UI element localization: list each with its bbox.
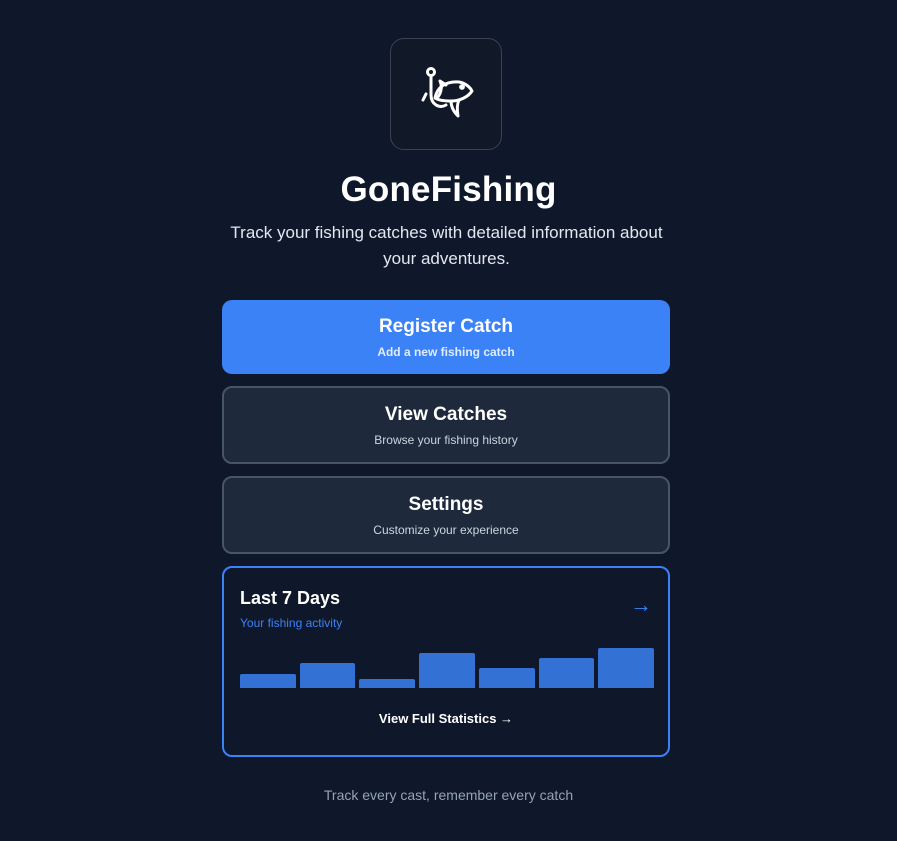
app-logo [390, 38, 502, 150]
activity-bar [419, 653, 475, 688]
view-catches-title: View Catches [384, 403, 508, 425]
register-catch-button[interactable]: Register Catch Add a new fishing catch [222, 300, 670, 374]
settings-subtitle: Customize your experience [373, 522, 519, 537]
register-catch-subtitle: Add a new fishing catch [377, 344, 515, 359]
activity-bar [299, 663, 356, 688]
register-catch-title: Register Catch [378, 315, 514, 337]
fish-hook-icon [421, 67, 474, 118]
app-title: GoneFishing [340, 170, 557, 209]
activity-bar [478, 668, 535, 688]
weekly-stats-card[interactable]: Last 7 Days Your fishing activity → View… [222, 566, 670, 757]
view-full-statistics-link[interactable]: View Full Statistics → [224, 711, 668, 726]
activity-bar [240, 674, 296, 688]
activity-bar [598, 648, 655, 688]
footer-text: Track every cast, remember every catch [323, 787, 574, 803]
activity-bar [538, 658, 595, 688]
stats-subtitle: Your fishing activity [240, 616, 343, 630]
app-tagline: Track your fishing catches with detailed… [230, 223, 663, 268]
activity-bar-chart [240, 646, 655, 688]
activity-bar [359, 679, 416, 688]
settings-title: Settings [408, 493, 484, 515]
stats-title: Last 7 Days [240, 588, 341, 608]
view-catches-button[interactable]: View Catches Browse your fishing history [222, 386, 670, 464]
arrow-right-icon[interactable]: → [630, 594, 652, 616]
home-screen: GoneFishing Track your fishing catches w… [0, 0, 897, 841]
view-catches-subtitle: Browse your fishing history [374, 432, 518, 447]
settings-button[interactable]: Settings Customize your experience [222, 476, 670, 554]
